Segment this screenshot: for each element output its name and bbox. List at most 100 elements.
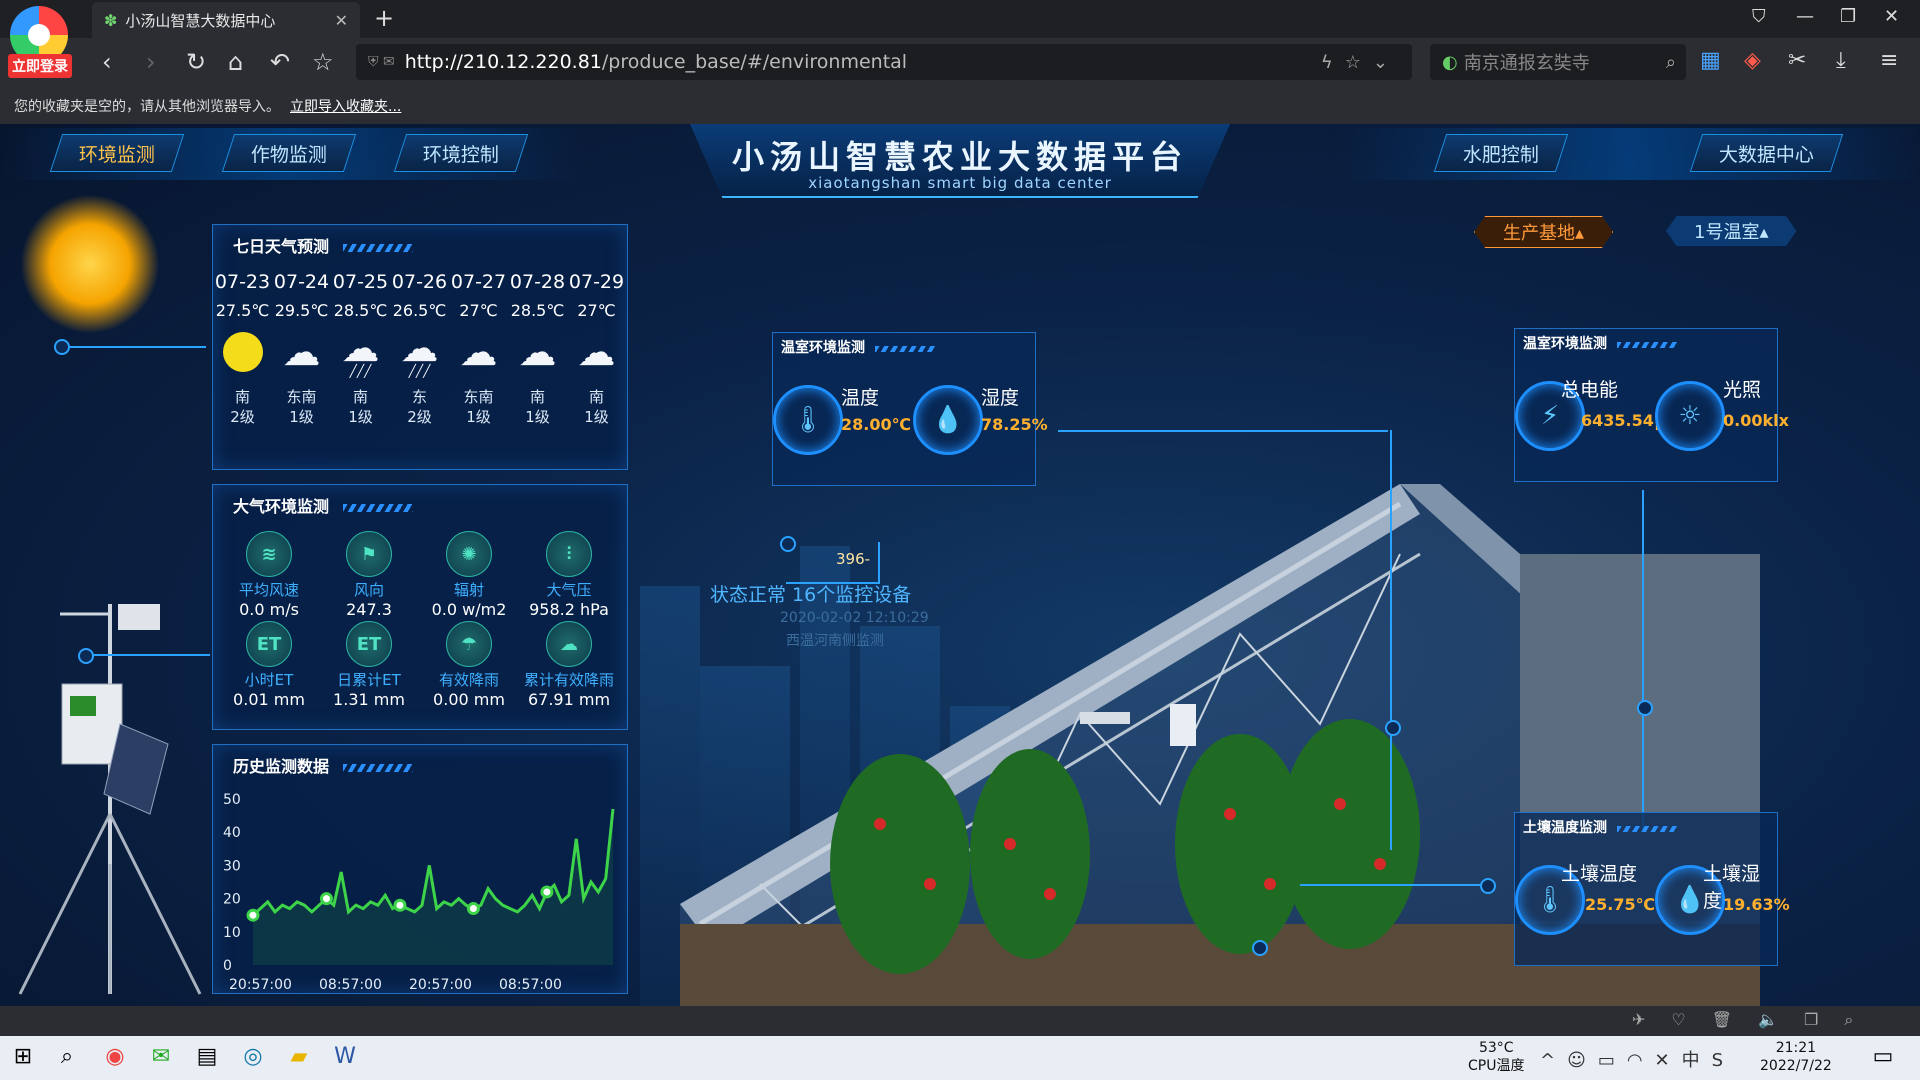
- weather-icon-wrap: ☁: [449, 325, 508, 379]
- minimize-icon[interactable]: —: [1796, 6, 1814, 27]
- search-icon[interactable]: ⌕: [1666, 52, 1676, 73]
- weather-temp: 27℃: [459, 301, 498, 320]
- close-tab-icon[interactable]: ✕: [335, 11, 348, 30]
- browser-tab[interactable]: ✽ 小汤山智慧大数据中心 ✕: [92, 2, 360, 38]
- windows-start-icon[interactable]: ⊞: [8, 1044, 38, 1074]
- url-path: /produce_base/#/environmental: [601, 51, 908, 73]
- nav-environment-control[interactable]: 环境控制: [393, 134, 529, 172]
- back-icon[interactable]: ‹: [102, 48, 112, 76]
- new-tab-icon[interactable]: +: [374, 4, 394, 32]
- y-tick-label: 10: [223, 925, 241, 941]
- calculator-taskbar-icon[interactable]: ▤: [192, 1044, 222, 1074]
- production-base-select[interactable]: 生产基地▴: [1474, 216, 1614, 248]
- refresh-icon[interactable]: ↻: [186, 48, 206, 76]
- wechat-taskbar-icon[interactable]: ✉: [146, 1044, 176, 1074]
- weather-date: 07-28: [509, 271, 566, 293]
- humidity-value: 78.25%: [981, 415, 1048, 434]
- weather-date: 07-29: [568, 271, 625, 293]
- nav-environment-monitor[interactable]: 环境监测: [49, 134, 185, 172]
- atmosphere-label: 平均风速: [238, 581, 299, 599]
- restore-icon[interactable]: ❐: [1840, 6, 1856, 27]
- browser-status-bar: ✈♡🗑🔈❐⌕: [0, 1006, 1920, 1036]
- menu-icon[interactable]: ≡: [1880, 48, 1898, 73]
- search-taskbar-icon[interactable]: ⌕: [52, 1044, 82, 1074]
- weather-wind: 东 2级: [407, 388, 432, 426]
- browser-taskbar-icon[interactable]: ◉: [100, 1044, 130, 1074]
- radiation-icon: ✺: [446, 531, 492, 577]
- light-label: 光照: [1723, 379, 1762, 401]
- word-taskbar-icon[interactable]: W: [330, 1044, 360, 1074]
- power-env-panel: 温室环境监测 ⚡ 总电能 6435.54| ☼ 光照 0.00klx: [1514, 328, 1789, 482]
- download-icon[interactable]: ⤓: [1836, 48, 1846, 73]
- atmosphere-label: 大气压: [546, 581, 592, 599]
- edge-taskbar-icon[interactable]: ◎: [238, 1044, 268, 1074]
- greenhouse-select[interactable]: 1号温室▴: [1666, 216, 1797, 246]
- nav-fertigation-control[interactable]: 水肥控制: [1433, 134, 1569, 172]
- atmosphere-item: ☁ 累计有效降雨 67.91 mm: [519, 621, 619, 709]
- weather-panel-title: 七日天气预测: [213, 225, 627, 259]
- weather-day: 07-27 27℃ ☁ 东南 1级: [449, 267, 508, 427]
- atmosphere-value: 67.91 mm: [527, 690, 611, 709]
- leaf-icon: ✽: [104, 10, 118, 30]
- rain-effective-icon: ☂: [446, 621, 492, 667]
- weather-wind: 南 1级: [348, 388, 373, 426]
- rain-icon: ☁ ╱╱╱: [400, 326, 439, 378]
- connector-dot: [1480, 878, 1496, 894]
- dashboard: 环境监测 作物监测 环境控制 水肥控制 大数据中心 小汤山智慧农业大数据平台 x…: [0, 124, 1920, 1006]
- nav-crop-monitor[interactable]: 作物监测: [221, 134, 357, 172]
- apps-icon[interactable]: ▦: [1700, 48, 1721, 73]
- weather-wind: 东南 1级: [463, 388, 494, 426]
- pressure-icon: ⫶: [546, 531, 592, 577]
- close-window-icon[interactable]: ✕: [1884, 6, 1899, 27]
- atmosphere-value: 0.0 m/s: [239, 600, 299, 619]
- scissors-icon[interactable]: ✂: [1788, 48, 1806, 73]
- soil-title: 土壤温度监测: [1515, 813, 1777, 837]
- folder-taskbar-icon[interactable]: ▰: [284, 1044, 314, 1074]
- game-icon[interactable]: ◈: [1744, 48, 1761, 73]
- device-status: 状态正常 16个监控设备: [710, 584, 912, 606]
- search-placeholder: 南京通报玄奘寺: [1463, 53, 1590, 74]
- atmosphere-item: ☂ 有效降雨 0.00 mm: [419, 621, 519, 709]
- connector-line: [1390, 430, 1392, 850]
- soil-temp-label: 土壤温度: [1561, 863, 1638, 885]
- tray-icons[interactable]: ^☺▭◠✕中S: [1540, 1046, 1735, 1072]
- url-tools-icon[interactable]: ϟ☆⌄: [1321, 52, 1400, 73]
- star-icon[interactable]: ☆: [312, 48, 334, 76]
- login-badge[interactable]: 立即登录: [8, 54, 72, 78]
- weather-day: 07-24 29.5℃ ☁ 东南 1级: [272, 267, 331, 427]
- search-input[interactable]: ◐ 南京通报玄奘寺 ⌕: [1430, 44, 1686, 80]
- status-tools-icon[interactable]: ✈♡🗑🔈❐⌕: [1632, 1010, 1879, 1030]
- shield-icon: ⛨ ✉: [368, 54, 395, 70]
- skin-icon[interactable]: ⛉: [1752, 6, 1766, 27]
- address-bar[interactable]: ⛨ ✉ http://210.12.220.81 /produce_base/#…: [356, 44, 1412, 80]
- weather-date: 07-24: [273, 271, 330, 293]
- page-subtitle: xiaotangshan smart big data center: [808, 174, 1112, 192]
- x-tick-label: 08:57:00: [499, 977, 562, 993]
- weather-day: 07-29 27℃ ☁ 南 1级: [567, 267, 626, 427]
- nav-big-data-center[interactable]: 大数据中心: [1689, 134, 1844, 172]
- weather-wind: 南 1级: [584, 388, 609, 426]
- clock[interactable]: 21:21 2022/7/22: [1760, 1039, 1832, 1075]
- sun-light-icon: ☼: [1655, 381, 1725, 451]
- weather-temp: 27℃: [577, 301, 616, 320]
- cloud-icon: ☁: [577, 330, 616, 374]
- weather-forecast-panel: 七日天气预测 07-23 27.5℃ 南 2级 07-24 29.5℃ ☁ 东南 1级 07-25…: [212, 224, 628, 470]
- import-bookmarks-link[interactable]: 立即导入收藏夹...: [290, 99, 401, 115]
- home-icon[interactable]: ⌂: [228, 48, 243, 76]
- history-chart: 0 10 20 30 40 50 20:57:00 08:57:00 20:57:00 08:57…: [223, 792, 615, 993]
- temp-value: 28.00℃: [841, 415, 911, 434]
- undo-icon[interactable]: ↶: [270, 48, 290, 76]
- weather-wind: 东南 1级: [286, 388, 317, 426]
- weather-temp: 27.5℃: [215, 301, 270, 320]
- device-count: 396-: [836, 550, 871, 568]
- forward-icon[interactable]: ›: [146, 48, 156, 76]
- atmosphere-value: 247.3: [346, 600, 392, 619]
- notification-icon[interactable]: ▭: [1868, 1044, 1898, 1074]
- weather-wind: 南 2级: [230, 388, 255, 426]
- greenhouse-env-panel: 温室环境监测 🌡 温度 28.00℃ 💧 湿度 78.25%: [772, 332, 1048, 486]
- atmosphere-panel-title: 大气环境监测: [213, 485, 627, 519]
- history-panel: 历史监测数据 0 10 20 30 40 50 20:57:00 08:57:00 20:57:…: [212, 744, 628, 994]
- weather-icon-wrap: ☁: [272, 325, 331, 379]
- y-tick-label: 30: [223, 858, 241, 874]
- atmosphere-label: 风向: [353, 581, 384, 599]
